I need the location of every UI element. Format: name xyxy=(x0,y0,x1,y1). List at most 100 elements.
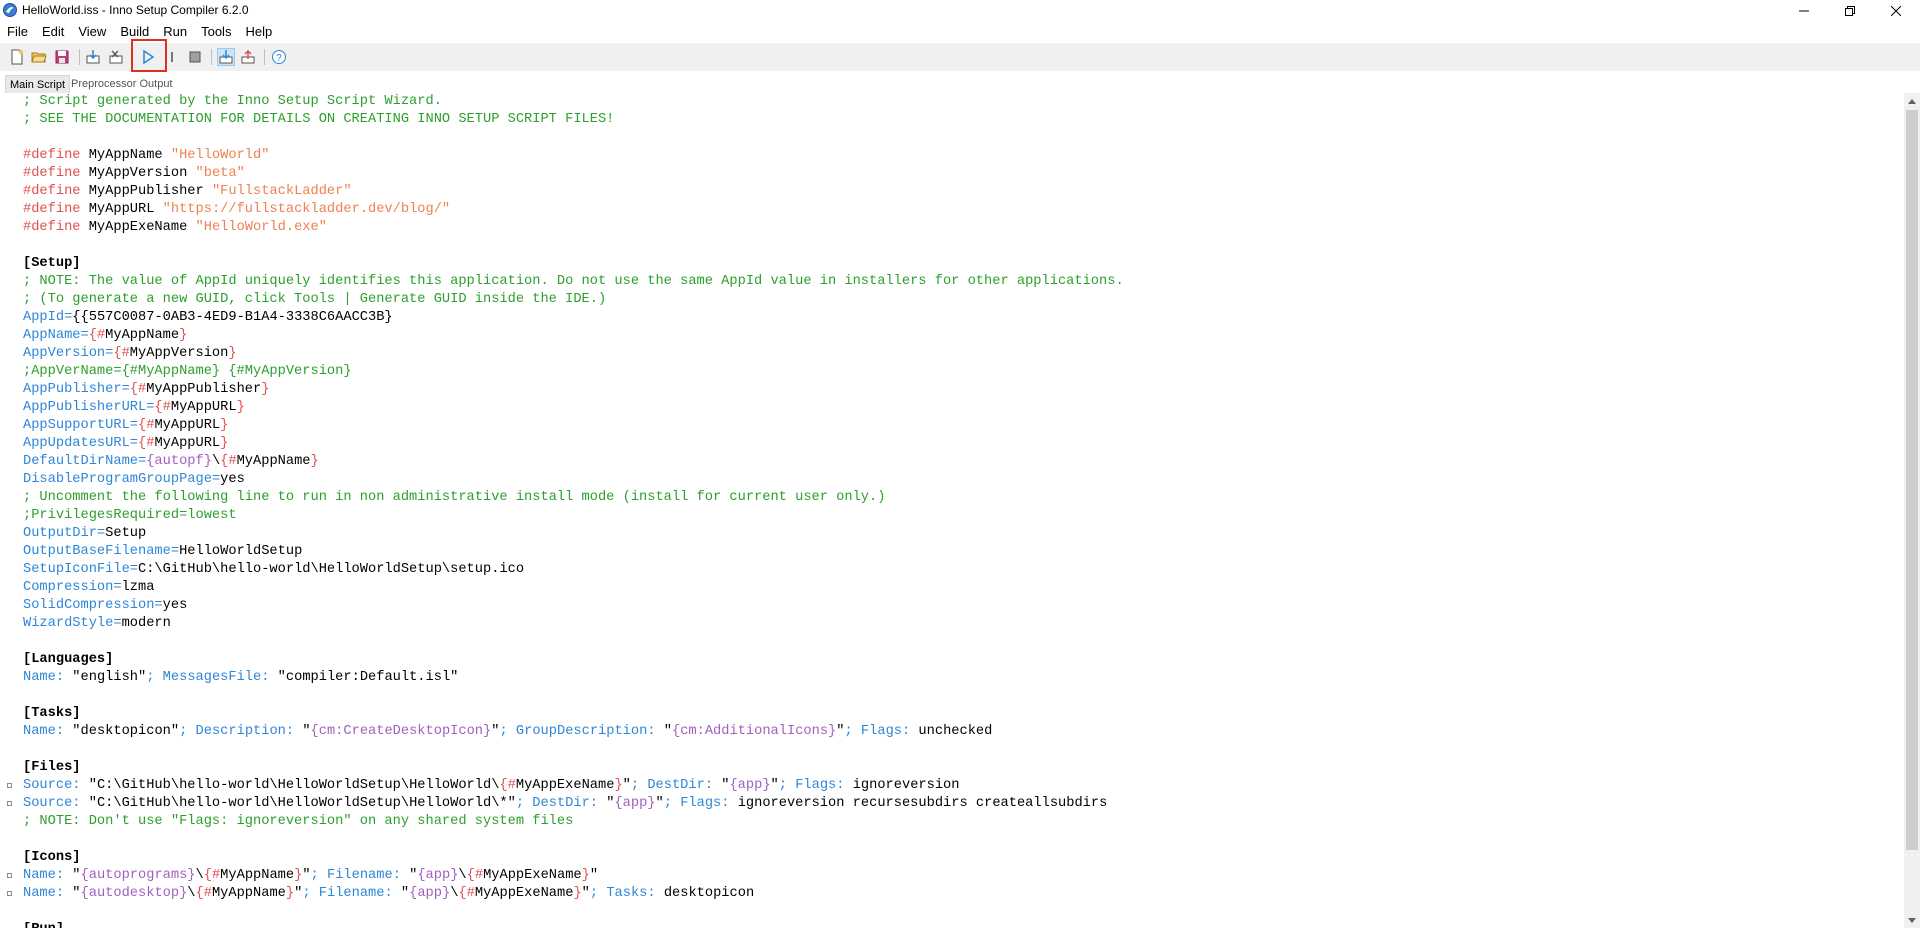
code-line[interactable]: AppUpdatesURL={#MyAppURL} xyxy=(23,435,1124,453)
menu-bar: File Edit View Build Run Tools Help xyxy=(0,22,1920,42)
window-title: HelloWorld.iss - Inno Setup Compiler 6.2… xyxy=(22,3,249,17)
tab-preprocessor-output[interactable]: Preprocessor Output xyxy=(67,75,177,93)
target-setup-icon xyxy=(219,50,233,64)
code-line[interactable]: AppPublisherURL={#MyAppURL} xyxy=(23,399,1124,417)
code-line[interactable]: OutputDir=Setup xyxy=(23,525,1124,543)
menu-help[interactable]: Help xyxy=(238,22,279,42)
stop-compile-icon xyxy=(109,50,123,64)
menu-file[interactable]: File xyxy=(0,22,35,42)
code-line[interactable]: Source: "C:\GitHub\hello-world\HelloWorl… xyxy=(23,777,1124,795)
code-line[interactable]: Source: "C:\GitHub\hello-world\HelloWorl… xyxy=(23,795,1124,813)
stop-compile-button[interactable] xyxy=(107,48,125,66)
compile-icon xyxy=(86,50,100,64)
code-line[interactable]: #define MyAppPublisher "FullstackLadder" xyxy=(23,183,1124,201)
code-line[interactable]: [Icons] xyxy=(23,849,1124,867)
title-bar: HelloWorld.iss - Inno Setup Compiler 6.2… xyxy=(0,0,1920,21)
code-line[interactable]: [Files] xyxy=(23,759,1124,777)
menu-tools[interactable]: Tools xyxy=(194,22,238,42)
code-line[interactable]: ; Uncomment the following line to run in… xyxy=(23,489,1124,507)
toolbar-separator xyxy=(264,49,265,65)
code-line[interactable]: DisableProgramGroupPage=yes xyxy=(23,471,1124,489)
open-button[interactable] xyxy=(30,48,48,66)
code-line[interactable]: WizardStyle=modern xyxy=(23,615,1124,633)
pause-button[interactable] xyxy=(165,48,183,66)
code-line[interactable]: #define MyAppURL "https://fullstackladde… xyxy=(23,201,1124,219)
code-line[interactable]: ;AppVerName={#MyAppName} {#MyAppVersion} xyxy=(23,363,1124,381)
target-setup-button[interactable] xyxy=(217,48,235,66)
code-line[interactable]: ​ xyxy=(23,741,1124,759)
code-line[interactable]: [Setup] xyxy=(23,255,1124,273)
menu-edit[interactable]: Edit xyxy=(35,22,71,42)
code-line[interactable]: [Languages] xyxy=(23,651,1124,669)
close-button[interactable] xyxy=(1873,0,1919,21)
toolbar-separator xyxy=(79,49,80,65)
save-button[interactable] xyxy=(53,48,71,66)
scroll-up-arrow[interactable] xyxy=(1904,93,1920,109)
code-line[interactable]: ; (To generate a new GUID, click Tools |… xyxy=(23,291,1124,309)
code-line[interactable]: #define MyAppVersion "beta" xyxy=(23,165,1124,183)
restore-icon xyxy=(1845,5,1855,16)
scrollbar-thumb[interactable] xyxy=(1906,110,1918,850)
target-uninstall-button[interactable] xyxy=(239,48,257,66)
terminate-icon xyxy=(189,51,201,63)
code-line[interactable]: Name: "english"; MessagesFile: "compiler… xyxy=(23,669,1124,687)
code-line[interactable]: [Run] xyxy=(23,921,1124,928)
scroll-down-arrow[interactable] xyxy=(1904,912,1920,928)
script-editor[interactable]: ; Script generated by the Inno Setup Scr… xyxy=(0,93,1904,928)
terminate-button[interactable] xyxy=(186,48,204,66)
code-line[interactable]: OutputBaseFilename=HelloWorldSetup xyxy=(23,543,1124,561)
pause-icon xyxy=(171,52,173,62)
inno-setup-app-icon xyxy=(3,3,17,17)
code-line[interactable]: ​ xyxy=(23,237,1124,255)
code-line[interactable]: ; SEE THE DOCUMENTATION FOR DETAILS ON C… xyxy=(23,111,1124,129)
help-icon: ? xyxy=(272,50,286,64)
code-line[interactable]: AppVersion={#MyAppVersion} xyxy=(23,345,1124,363)
new-icon xyxy=(11,49,23,65)
save-icon xyxy=(55,50,69,64)
code-line[interactable]: ​ xyxy=(23,633,1124,651)
help-button[interactable]: ? xyxy=(270,48,288,66)
minimize-button[interactable] xyxy=(1781,0,1827,21)
code-line[interactable]: DefaultDirName={autopf}\{#MyAppName} xyxy=(23,453,1124,471)
minimize-icon xyxy=(1799,10,1809,11)
code-line[interactable]: [Tasks] xyxy=(23,705,1124,723)
compile-button[interactable] xyxy=(84,48,102,66)
code-line[interactable]: SetupIconFile=C:\GitHub\hello-world\Hell… xyxy=(23,561,1124,579)
fold-marker-icon[interactable] xyxy=(7,873,12,878)
code-line[interactable]: ​ xyxy=(23,687,1124,705)
code-line[interactable]: AppPublisher={#MyAppPublisher} xyxy=(23,381,1124,399)
chevron-down-icon xyxy=(1908,917,1916,923)
code-line[interactable]: ; Script generated by the Inno Setup Scr… xyxy=(23,93,1124,111)
code-line[interactable]: AppSupportURL={#MyAppURL} xyxy=(23,417,1124,435)
close-icon xyxy=(1891,5,1901,16)
code-line[interactable]: ;PrivilegesRequired=lowest xyxy=(23,507,1124,525)
code-line[interactable]: Name: "{autodesktop}\{#MyAppName}"; File… xyxy=(23,885,1124,903)
code-line[interactable]: ; NOTE: The value of AppId uniquely iden… xyxy=(23,273,1124,291)
code-line[interactable]: AppId={{557C0087-0AB3-4ED9-B1A4-3338C6AA… xyxy=(23,309,1124,327)
code-line[interactable]: AppName={#MyAppName} xyxy=(23,327,1124,345)
tab-strip: Main Script Preprocessor Output xyxy=(0,75,1920,93)
code-line[interactable]: ; NOTE: Don't use "Flags: ignoreversion"… xyxy=(23,813,1124,831)
open-icon xyxy=(31,52,47,63)
code-line[interactable]: Name: "desktopicon"; Description: "{cm:C… xyxy=(23,723,1124,741)
code-line[interactable]: ​ xyxy=(23,831,1124,849)
svg-text:?: ? xyxy=(276,53,282,64)
code-line[interactable]: #define MyAppExeName "HelloWorld.exe" xyxy=(23,219,1124,237)
vertical-scrollbar[interactable] xyxy=(1904,93,1920,928)
fold-marker-icon[interactable] xyxy=(7,891,12,896)
toolbar-separator xyxy=(211,49,212,65)
restore-button[interactable] xyxy=(1827,0,1873,21)
menu-view[interactable]: View xyxy=(71,22,113,42)
code-area[interactable]: ; Script generated by the Inno Setup Scr… xyxy=(23,93,1124,928)
code-line[interactable]: ​ xyxy=(23,903,1124,921)
code-line[interactable]: ​ xyxy=(23,129,1124,147)
tab-main-script[interactable]: Main Script xyxy=(5,75,71,93)
code-line[interactable]: SolidCompression=yes xyxy=(23,597,1124,615)
code-line[interactable]: Compression=lzma xyxy=(23,579,1124,597)
code-line[interactable]: Name: "{autoprograms}\{#MyAppName}"; Fil… xyxy=(23,867,1124,885)
toolbar: ? xyxy=(0,43,1920,71)
new-button[interactable] xyxy=(8,48,26,66)
code-line[interactable]: #define MyAppName "HelloWorld" xyxy=(23,147,1124,165)
fold-marker-icon[interactable] xyxy=(7,801,12,806)
fold-marker-icon[interactable] xyxy=(7,783,12,788)
